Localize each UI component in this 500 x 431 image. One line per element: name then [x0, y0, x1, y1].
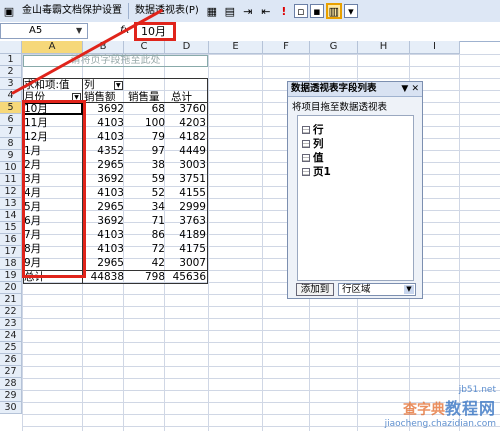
formula-bar: A5 ▼ fx 10月 — [0, 22, 500, 42]
doc-protect-button[interactable]: 金山毒霸文档保护设置 — [18, 2, 126, 20]
row-header[interactable]: 26 — [0, 354, 22, 366]
column-header-f[interactable]: F — [263, 41, 310, 54]
select-all-corner[interactable] — [0, 41, 22, 54]
highlight-row-labels-box — [22, 100, 86, 278]
column-header-i[interactable]: I — [410, 41, 460, 54]
field-label-row: 行 — [313, 124, 324, 136]
area-select[interactable]: 行区域 ▼ — [338, 283, 416, 296]
close-icon[interactable]: ✕ — [411, 84, 419, 94]
grid-column-line — [262, 54, 263, 431]
watermark: jb51.net 查字典教程网 jiaocheng.chazidian.com — [385, 385, 496, 429]
row-header[interactable]: 8 — [0, 138, 22, 150]
pivot-field-list-panel: 数据透视表字段列表 ▼ ✕ 将项目拖至数据透视表 行 列 值 页1 添加到 行区… — [287, 81, 423, 299]
row-header[interactable]: 7 — [0, 126, 22, 138]
row-header[interactable]: 14 — [0, 210, 22, 222]
row-header[interactable]: 23 — [0, 318, 22, 330]
row-header[interactable]: 9 — [0, 150, 22, 162]
field-icon — [302, 139, 310, 148]
column-header-h[interactable]: H — [358, 41, 410, 54]
panel-title: 数据透视表字段列表 — [291, 83, 377, 94]
row-header[interactable]: 10 — [0, 162, 22, 174]
row-header[interactable]: 13 — [0, 198, 22, 210]
row-header[interactable]: 19 — [0, 270, 22, 282]
hide-detail-icon[interactable]: ⇥ — [240, 3, 256, 19]
panel-subtitle: 将项目拖至数据透视表 — [292, 102, 388, 113]
field-item-column[interactable]: 列 — [302, 136, 324, 151]
row-header[interactable]: 20 — [0, 282, 22, 294]
name-box[interactable]: A5 — [0, 23, 88, 39]
toolbar-separator — [128, 3, 129, 19]
row-header[interactable]: 22 — [0, 306, 22, 318]
column-header-e[interactable]: E — [209, 41, 263, 54]
pivot-menu-button[interactable]: 数据透视表(P) — [131, 2, 203, 20]
row-header[interactable]: 1 — [0, 54, 22, 66]
chevron-down-icon[interactable]: ▼ — [76, 26, 82, 35]
row-header[interactable]: 16 — [0, 234, 22, 246]
row-header[interactable]: 30 — [0, 402, 22, 414]
watermark-line2: 教程网 — [444, 399, 496, 418]
row-header[interactable]: 11 — [0, 174, 22, 186]
name-box-value: A5 — [29, 25, 43, 36]
formula-input[interactable]: 10月 — [134, 22, 176, 41]
column-header-d[interactable]: D — [165, 41, 209, 54]
panel-menu-icon[interactable]: ▼ — [401, 84, 408, 94]
field-label-value: 值 — [313, 152, 324, 164]
row-header[interactable]: 6 — [0, 114, 22, 126]
page-field-hint: 请将页字段拖至此处 — [70, 55, 161, 66]
row-header[interactable]: 25 — [0, 342, 22, 354]
field-icon — [302, 125, 310, 134]
row-header[interactable]: 28 — [0, 378, 22, 390]
panel-title-bar[interactable]: 数据透视表字段列表 ▼ ✕ — [288, 82, 422, 97]
field-label-page1: 页1 — [313, 166, 331, 178]
chevron-down-icon[interactable]: ▼ — [404, 285, 414, 294]
field-item-page1[interactable]: 页1 — [302, 164, 331, 179]
watermark-site: jb51.net — [458, 385, 496, 395]
row-header[interactable]: 27 — [0, 366, 22, 378]
row-header[interactable]: 21 — [0, 294, 22, 306]
area-select-value: 行区域 — [342, 284, 371, 295]
row-header[interactable]: 18 — [0, 258, 22, 270]
add-to-button[interactable]: 添加到 — [296, 283, 334, 296]
column-header-c[interactable]: C — [124, 41, 165, 54]
row-header[interactable]: 24 — [0, 330, 22, 342]
grid-column-line — [208, 54, 209, 431]
show-detail-icon[interactable]: ⇤ — [258, 3, 274, 19]
toolbar-overflow-icon[interactable]: ▾ — [343, 4, 358, 18]
column-header-g[interactable]: G — [310, 41, 358, 54]
row-header[interactable]: 2 — [0, 66, 22, 78]
grid-column-line — [459, 54, 460, 431]
row-header[interactable]: 17 — [0, 246, 22, 258]
row-header[interactable]: 12 — [0, 186, 22, 198]
refresh-data-icon[interactable]: ! — [276, 3, 292, 19]
toolbar: ▣ 金山毒霸文档保护设置 数据透视表(P) ▦ ▤ ⇥ ⇤ ! ▫ ▪ ▥ ▾ — [0, 0, 500, 23]
panel-controls: ▼ ✕ — [401, 82, 419, 96]
pivot-format-icon[interactable]: ▦ — [204, 3, 220, 19]
field-icon — [302, 167, 310, 176]
field-label-column: 列 — [313, 138, 324, 150]
field-list-toggle-icon[interactable]: ▥ — [325, 3, 342, 19]
row-header[interactable]: 29 — [0, 390, 22, 402]
row-header[interactable]: 15 — [0, 222, 22, 234]
field-icon — [302, 153, 310, 162]
watermark-line3: jiaocheng.chazidian.com — [384, 419, 496, 429]
column-header-a[interactable]: A — [22, 41, 83, 54]
shield-icon[interactable]: ▣ — [1, 3, 17, 19]
show-items-icon[interactable]: ▪ — [309, 4, 324, 18]
row-header[interactable]: 5 — [0, 102, 22, 114]
field-settings-icon[interactable]: ▫ — [293, 4, 308, 18]
watermark-line1: 查字典 — [402, 402, 445, 418]
chart-wizard-icon[interactable]: ▤ — [222, 3, 238, 19]
field-list-box: 行 列 值 页1 — [297, 115, 414, 281]
field-item-row[interactable]: 行 — [302, 122, 324, 137]
field-item-value[interactable]: 值 — [302, 150, 324, 165]
